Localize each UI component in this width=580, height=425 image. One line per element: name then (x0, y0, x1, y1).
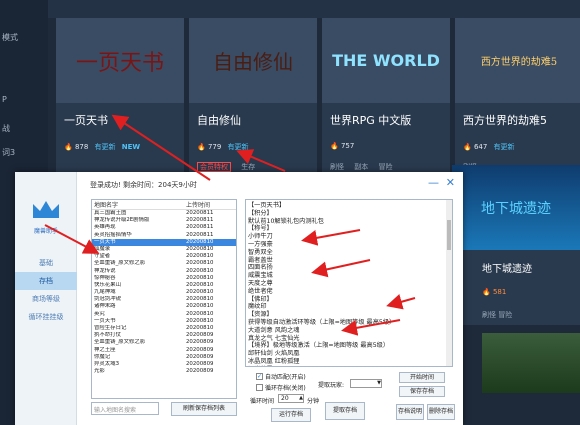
arrow (311, 259, 371, 278)
arrow (236, 149, 286, 172)
arrow (341, 319, 401, 336)
arrow (44, 224, 100, 254)
arrow (301, 229, 361, 246)
arrow (386, 294, 416, 310)
annotation-arrows (44, 114, 416, 336)
arrow (111, 114, 211, 181)
